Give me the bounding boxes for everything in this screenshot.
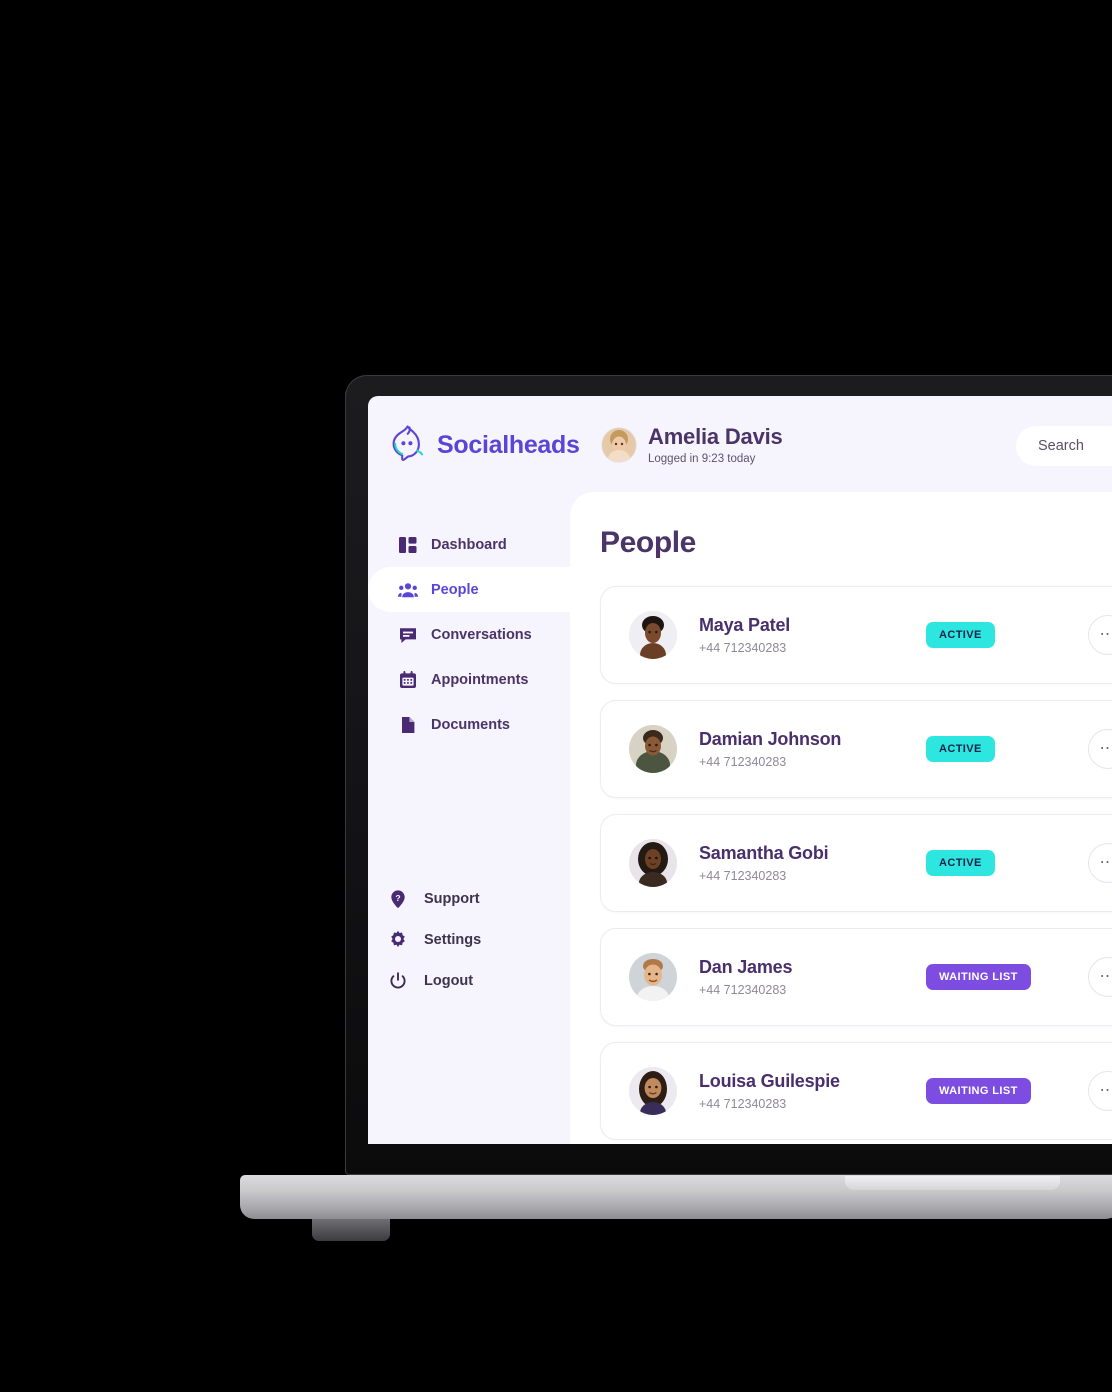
chat-icon [398, 625, 418, 645]
person-info: Louisa Guilespie +44 712340283 [699, 1071, 899, 1111]
sidebar-item-dashboard[interactable]: Dashboard [368, 522, 570, 567]
more-options-glyph: ⋯ [1099, 740, 1112, 757]
people-icon [398, 580, 418, 600]
sidebar-item-label: Settings [424, 931, 482, 948]
table-row[interactable]: Dan James +44 712340283 WAITING LIST ⋯ [600, 928, 1112, 1026]
laptop-foot [312, 1219, 390, 1241]
sidebar-item-label: Logout [424, 972, 474, 989]
people-list: Maya Patel +44 712340283 ACTIVE ⋯ Damian… [600, 586, 1112, 1140]
person-phone: +44 712340283 [699, 755, 787, 769]
sidebar-item-documents[interactable]: Documents [368, 702, 570, 747]
power-icon [388, 971, 408, 991]
person-info: Damian Johnson +44 712340283 [699, 729, 899, 769]
search-input[interactable]: Search [1016, 426, 1112, 466]
sidebar-item-label: Support [424, 890, 480, 907]
avatar [629, 611, 677, 659]
laptop-base-notch [845, 1176, 1060, 1190]
dashboard-icon [398, 535, 418, 555]
person-name: Maya Patel [699, 615, 791, 635]
sidebar-nav: Dashboard People Conversations Appointme… [368, 522, 570, 747]
person-name: Louisa Guilespie [699, 1071, 840, 1091]
sidebar-item-label: Documents [431, 716, 510, 733]
avatar [629, 1067, 677, 1115]
avatar [629, 953, 677, 1001]
status-badge: ACTIVE [926, 622, 995, 648]
person-info: Maya Patel +44 712340283 [699, 615, 899, 655]
help-pin-icon: ? [388, 889, 408, 909]
more-options-icon[interactable]: ⋯ [1088, 729, 1112, 769]
person-phone: +44 712340283 [699, 869, 787, 883]
sidebar-item-label: Dashboard [431, 536, 507, 553]
sidebar-bottom-nav: ? Support Settings Logout [368, 878, 570, 1001]
sidebar-item-people[interactable]: People [368, 567, 570, 612]
user-name: Amelia Davis [648, 424, 783, 449]
person-name: Damian Johnson [699, 729, 842, 749]
user-status-line: Logged in 9:23 today [648, 453, 756, 465]
sidebar: Dashboard People Conversations Appointme… [368, 492, 570, 1144]
person-phone: +44 712340283 [699, 641, 787, 655]
status-badge: WAITING LIST [926, 1078, 1031, 1104]
status-badge: ACTIVE [926, 850, 995, 876]
avatar [629, 725, 677, 773]
svg-text:?: ? [395, 892, 400, 902]
socialheads-app: Socialheads Amelia Davis Logged in 9:23 … [368, 396, 1112, 1144]
main-panel: People Maya Patel +44 712340283 ACTIVE ⋯… [570, 492, 1112, 1144]
calendar-icon [398, 670, 418, 690]
table-row[interactable]: Maya Patel +44 712340283 ACTIVE ⋯ [600, 586, 1112, 684]
table-row[interactable]: Louisa Guilespie +44 712340283 WAITING L… [600, 1042, 1112, 1140]
avatar [602, 427, 636, 462]
more-options-icon[interactable]: ⋯ [1088, 615, 1112, 655]
person-name: Samantha Gobi [699, 843, 829, 863]
more-options-icon[interactable]: ⋯ [1088, 843, 1112, 883]
person-phone: +44 712340283 [699, 1097, 787, 1111]
search-placeholder: Search [1038, 438, 1084, 454]
more-options-glyph: ⋯ [1099, 854, 1112, 871]
sidebar-item-conversations[interactable]: Conversations [368, 612, 570, 657]
gear-icon [388, 930, 408, 950]
more-options-glyph: ⋯ [1099, 968, 1112, 985]
sidebar-item-logout[interactable]: Logout [368, 960, 570, 1001]
flame-speech-bubble-logo-icon [390, 424, 426, 467]
sidebar-item-appointments[interactable]: Appointments [368, 657, 570, 702]
person-phone: +44 712340283 [699, 983, 787, 997]
app-header: Socialheads Amelia Davis Logged in 9:23 … [368, 396, 1112, 492]
table-row[interactable]: Samantha Gobi +44 712340283 ACTIVE ⋯ [600, 814, 1112, 912]
header-user[interactable]: Amelia Davis Logged in 9:23 today [602, 424, 783, 465]
person-name: Dan James [699, 957, 793, 977]
sidebar-item-label: Conversations [431, 626, 532, 643]
brand-name: Socialheads [437, 431, 580, 459]
more-options-glyph: ⋯ [1099, 626, 1112, 643]
person-info: Samantha Gobi +44 712340283 [699, 843, 899, 883]
sidebar-item-support[interactable]: ? Support [368, 878, 570, 919]
status-badge: WAITING LIST [926, 964, 1031, 990]
more-options-glyph: ⋯ [1099, 1082, 1112, 1099]
page-title: People [600, 526, 696, 559]
sidebar-item-label: Appointments [431, 671, 529, 688]
avatar [629, 839, 677, 887]
more-options-icon[interactable]: ⋯ [1088, 1071, 1112, 1111]
screenshot-stage: Socialheads Amelia Davis Logged in 9:23 … [0, 0, 1112, 1392]
table-row[interactable]: Damian Johnson +44 712340283 ACTIVE ⋯ [600, 700, 1112, 798]
laptop-screen: Socialheads Amelia Davis Logged in 9:23 … [368, 396, 1112, 1144]
document-icon [398, 715, 418, 735]
sidebar-item-settings[interactable]: Settings [368, 919, 570, 960]
status-badge: ACTIVE [926, 736, 995, 762]
brand-logo[interactable]: Socialheads [390, 424, 580, 467]
sidebar-item-label: People [431, 581, 479, 598]
person-info: Dan James +44 712340283 [699, 957, 899, 997]
more-options-icon[interactable]: ⋯ [1088, 957, 1112, 997]
